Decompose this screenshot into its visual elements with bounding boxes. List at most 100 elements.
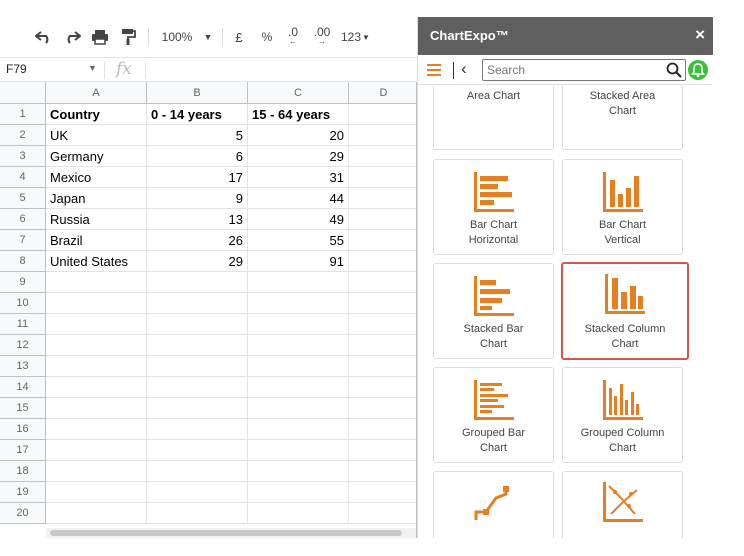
grid-cell[interactable] [248, 503, 349, 524]
row-header[interactable]: 8 [0, 251, 46, 272]
column-header-a[interactable]: A [46, 82, 147, 104]
column-header-c[interactable]: C [248, 82, 349, 104]
row-header[interactable]: 7 [0, 230, 46, 251]
bar-chart-vertical-card[interactable]: Bar Chart Vertical [562, 159, 683, 255]
grid-cell[interactable] [147, 419, 248, 440]
row-header[interactable]: 4 [0, 167, 46, 188]
row-header[interactable]: 10 [0, 293, 46, 314]
more-formats-button[interactable]: 123 [339, 26, 363, 48]
row-header[interactable]: 5 [0, 188, 46, 209]
grid-cell[interactable] [147, 503, 248, 524]
hamburger-menu-icon[interactable] [427, 64, 441, 76]
percent-format-button[interactable]: % [259, 26, 275, 48]
grid-cell[interactable] [349, 104, 417, 125]
row-header[interactable]: 9 [0, 272, 46, 293]
grid-cell[interactable] [349, 146, 417, 167]
grid-cell[interactable] [349, 167, 417, 188]
search-icon[interactable] [666, 62, 682, 83]
print-icon[interactable] [90, 26, 110, 48]
grid-cell[interactable] [248, 335, 349, 356]
grid-cell[interactable] [248, 419, 349, 440]
grid-cell[interactable] [248, 377, 349, 398]
zoom-dropdown-icon[interactable]: ▼ [203, 26, 213, 48]
more-formats-dropdown-icon[interactable]: ▼ [362, 26, 370, 48]
grid-cell[interactable] [349, 440, 417, 461]
grid-cell[interactable] [46, 482, 147, 503]
grouped-bar-chart-card[interactable]: Grouped Bar Chart [433, 367, 554, 463]
grid-cell[interactable] [46, 314, 147, 335]
row-header[interactable]: 18 [0, 461, 46, 482]
name-box-dropdown-icon[interactable]: ▼ [88, 63, 97, 73]
grid-cell[interactable] [349, 230, 417, 251]
column-header-d[interactable]: D [349, 82, 417, 104]
grid-cell[interactable] [46, 398, 147, 419]
name-box[interactable]: F79 [6, 62, 27, 76]
value-cell[interactable]: 6 [147, 146, 248, 167]
value-cell[interactable]: 29 [147, 251, 248, 272]
grid-cell[interactable] [147, 356, 248, 377]
spreadsheet-grid[interactable]: A B C D 1 Country 0 - 14 years 15 - 64 year… [0, 82, 417, 528]
row-header[interactable]: 2 [0, 125, 46, 146]
search-input[interactable] [487, 62, 662, 78]
grid-cell[interactable] [46, 272, 147, 293]
value-cell[interactable]: 5 [147, 125, 248, 146]
increase-decimal-button[interactable]: .00 → [311, 26, 333, 48]
stacked-area-chart-card[interactable]: Stacked Area Chart [562, 86, 683, 150]
grid-cell[interactable] [248, 440, 349, 461]
grid-cell[interactable] [349, 125, 417, 146]
row-header[interactable]: 1 [0, 104, 46, 125]
grid-cell[interactable] [46, 503, 147, 524]
value-cell[interactable]: 17 [147, 167, 248, 188]
paint-format-icon[interactable] [118, 26, 138, 48]
row-header[interactable]: 12 [0, 335, 46, 356]
value-cell[interactable]: 31 [248, 167, 349, 188]
grid-cell[interactable] [147, 272, 248, 293]
grid-cell[interactable] [349, 419, 417, 440]
notification-bell-icon[interactable] [688, 60, 708, 80]
country-cell[interactable]: Brazil [46, 230, 147, 251]
grid-cell[interactable] [349, 293, 417, 314]
grid-cell[interactable] [349, 188, 417, 209]
grid-cell[interactable] [147, 482, 248, 503]
grid-cell[interactable] [349, 503, 417, 524]
grid-cell[interactable] [147, 293, 248, 314]
grid-cell[interactable] [46, 377, 147, 398]
row-header[interactable]: 19 [0, 482, 46, 503]
row-header[interactable]: 20 [0, 503, 46, 524]
grid-cell[interactable] [349, 398, 417, 419]
value-cell[interactable]: 55 [248, 230, 349, 251]
grid-cell[interactable] [248, 272, 349, 293]
header-cell[interactable]: 15 - 64 years [248, 104, 349, 125]
grid-cell[interactable] [248, 293, 349, 314]
horizontal-scrollbar-thumb[interactable] [50, 530, 402, 536]
grid-cell[interactable] [349, 272, 417, 293]
value-cell[interactable]: 26 [147, 230, 248, 251]
row-header[interactable]: 6 [0, 209, 46, 230]
grid-cell[interactable] [46, 461, 147, 482]
country-cell[interactable]: Mexico [46, 167, 147, 188]
grid-cell[interactable] [46, 440, 147, 461]
select-all-corner[interactable] [0, 82, 46, 104]
country-cell[interactable]: UK [46, 125, 147, 146]
search-box[interactable] [482, 59, 686, 81]
country-cell[interactable]: United States [46, 251, 147, 272]
column-header-b[interactable]: B [147, 82, 248, 104]
grid-cell[interactable] [349, 335, 417, 356]
grid-cell[interactable] [349, 461, 417, 482]
row-header[interactable]: 14 [0, 377, 46, 398]
grid-cell[interactable] [248, 356, 349, 377]
country-cell[interactable]: Russia [46, 209, 147, 230]
back-chevron-icon[interactable]: ‹ [461, 59, 467, 79]
value-cell[interactable]: 91 [248, 251, 349, 272]
stacked-column-chart-card[interactable]: Stacked Column Chart [561, 262, 689, 360]
zoom-select[interactable]: 100% [160, 26, 194, 48]
grid-cell[interactable] [147, 398, 248, 419]
row-header[interactable]: 17 [0, 440, 46, 461]
row-header[interactable]: 11 [0, 314, 46, 335]
country-cell[interactable]: Germany [46, 146, 147, 167]
grid-cell[interactable] [46, 293, 147, 314]
grid-cell[interactable] [147, 461, 248, 482]
row-header[interactable]: 13 [0, 356, 46, 377]
grid-cell[interactable] [349, 314, 417, 335]
value-cell[interactable]: 29 [248, 146, 349, 167]
